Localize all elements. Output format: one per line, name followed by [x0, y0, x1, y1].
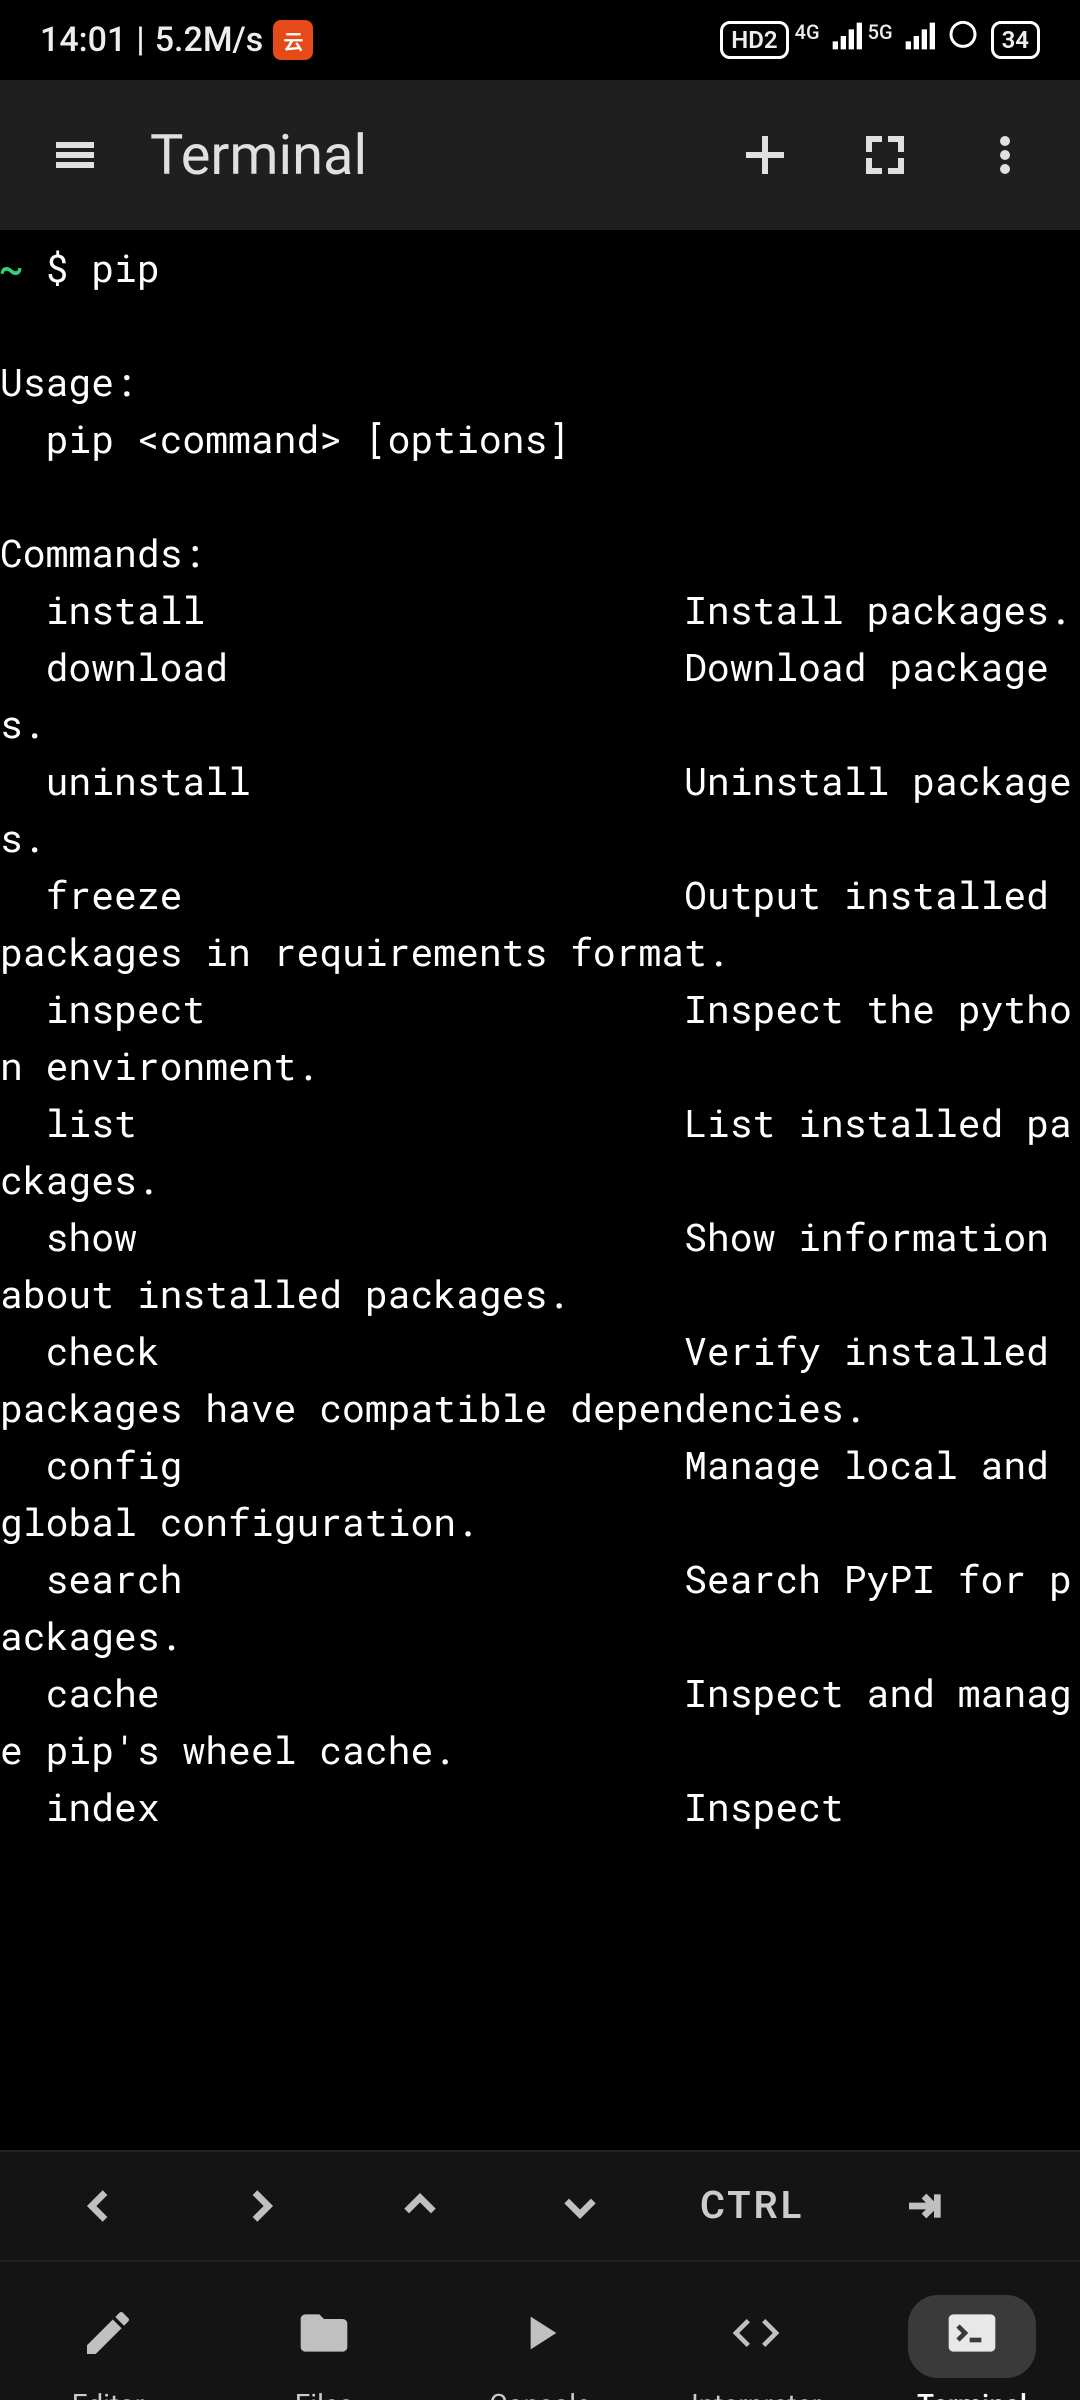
- hamburger-icon: [51, 131, 99, 179]
- nav-label: Interpreter: [691, 2388, 821, 2400]
- nav-editor[interactable]: Editor: [0, 2276, 216, 2400]
- terminal-output[interactable]: ~ $ pip Usage: pip <command> [options] C…: [0, 230, 1080, 2150]
- tab-icon: [904, 2186, 944, 2226]
- status-bar: 14:01 | 5.2M/s 云 HD2 4G 5G 34: [0, 0, 1080, 80]
- extra-keys-row: CTRL: [0, 2150, 1080, 2260]
- pencil-icon: [44, 2295, 172, 2378]
- nav-label: Editor: [72, 2388, 145, 2400]
- status-right: HD2 4G 5G 34: [720, 18, 1040, 63]
- nav-terminal[interactable]: Terminal: [864, 2276, 1080, 2400]
- more-vert-icon: [981, 131, 1029, 179]
- terminal-stdout: Usage: pip <command> [options] Commands:…: [0, 357, 1072, 1832]
- folder-icon: [260, 2295, 388, 2378]
- arrow-right-key[interactable]: [220, 2186, 300, 2226]
- network-speed: 5.2M/s: [155, 20, 264, 60]
- fullscreen-icon: [861, 131, 909, 179]
- nav-label: Console: [489, 2388, 591, 2400]
- signal-2-label: 5G: [868, 20, 893, 44]
- terminal-icon: [908, 2295, 1036, 2378]
- battery-badge: 34: [991, 21, 1040, 59]
- bottom-nav: Editor Files Console Interpreter Termina…: [0, 2260, 1080, 2400]
- arrow-up-key[interactable]: [380, 2186, 460, 2226]
- new-tab-button[interactable]: [720, 110, 810, 200]
- fullscreen-button[interactable]: [840, 110, 930, 200]
- app-badge-icon: 云: [273, 20, 313, 60]
- app-bar: Terminal: [0, 80, 1080, 230]
- nav-console[interactable]: Console: [432, 2276, 648, 2400]
- nav-label: Terminal: [917, 2388, 1027, 2400]
- ctrl-key[interactable]: CTRL: [700, 2184, 804, 2228]
- prompt-symbol: $: [23, 243, 91, 293]
- signal-1-label: 4G: [795, 20, 820, 44]
- status-left: 14:01 | 5.2M/s 云: [40, 20, 313, 60]
- arrow-down-key[interactable]: [540, 2186, 620, 2226]
- tab-key[interactable]: [884, 2186, 964, 2226]
- nav-files[interactable]: Files: [216, 2276, 432, 2400]
- code-icon: [692, 2295, 820, 2378]
- nav-label: Files: [295, 2388, 353, 2400]
- plus-icon: [741, 131, 789, 179]
- menu-button[interactable]: [30, 110, 120, 200]
- clock-text: 14:01: [40, 20, 126, 60]
- signal-1-icon: [830, 20, 862, 61]
- hd-badge: HD2: [720, 21, 788, 59]
- overflow-button[interactable]: [960, 110, 1050, 200]
- play-icon: [476, 2295, 604, 2378]
- chevron-right-icon: [240, 2186, 280, 2226]
- command-text: pip: [91, 243, 159, 293]
- signal-2-icon: [903, 20, 935, 61]
- arrow-left-key[interactable]: [60, 2186, 140, 2226]
- data-sync-icon: [945, 18, 981, 63]
- nav-interpreter[interactable]: Interpreter: [648, 2276, 864, 2400]
- battery-level: 34: [1002, 26, 1029, 54]
- prompt-tilde: ~: [0, 243, 23, 293]
- app-title: Terminal: [150, 122, 690, 188]
- chevron-down-icon: [560, 2186, 600, 2226]
- chevron-up-icon: [400, 2186, 440, 2226]
- separator: |: [136, 20, 144, 60]
- chevron-left-icon: [80, 2186, 120, 2226]
